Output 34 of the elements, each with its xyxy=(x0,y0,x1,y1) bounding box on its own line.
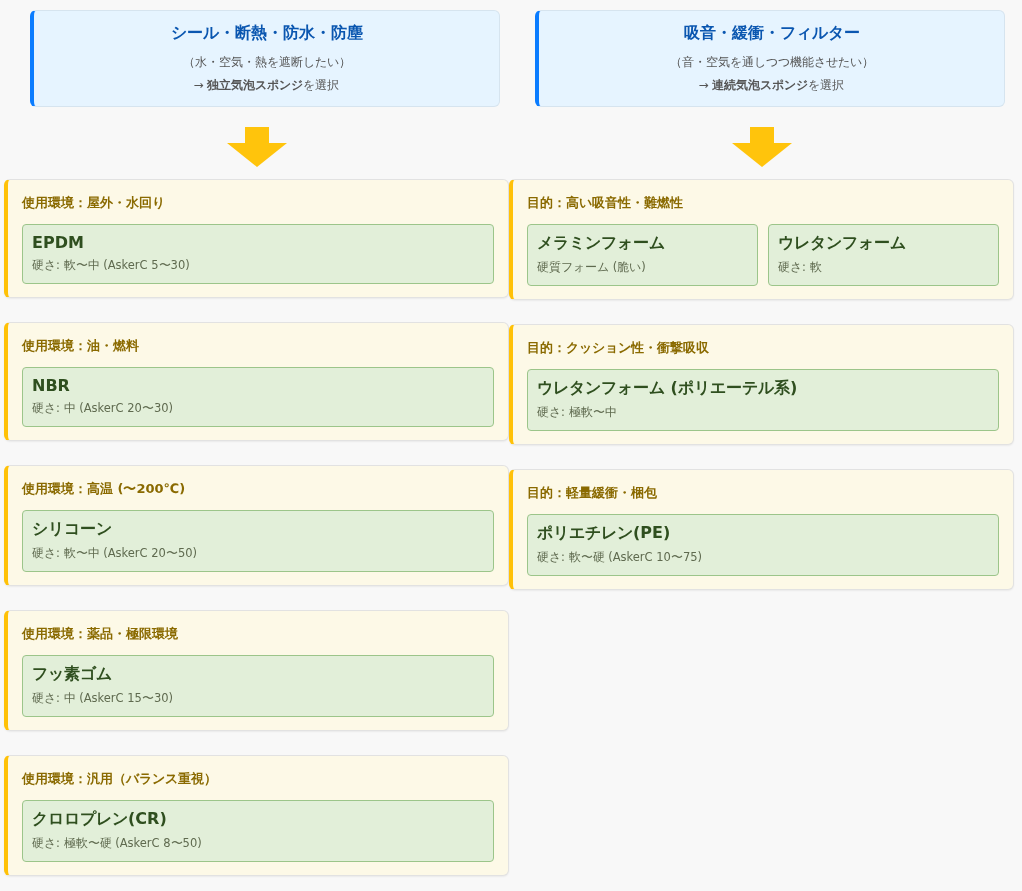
material-name: NBR xyxy=(32,376,71,395)
category-title: 吸音・緩衝・フィルター xyxy=(683,23,860,44)
condition-title: 使用環境：屋外・水回り xyxy=(22,194,166,212)
condition-title: 使用環境：薬品・極限環境 xyxy=(22,625,179,643)
condition-title: 目的：軽量緩衝・梱包 xyxy=(527,484,658,502)
material-hardness: 硬さ: 中 (AskerC 15〜30) xyxy=(32,691,175,706)
condition-title: 使用環境：油・燃料 xyxy=(22,337,140,355)
down-arrow-icon xyxy=(226,127,287,167)
material-hardness: 硬さ: 軟〜中 (AskerC 20〜50) xyxy=(32,546,199,561)
material-hardness: 硬さ: 軟〜硬 (AskerC 10〜75) xyxy=(537,550,704,565)
condition-title: 目的：高い吸音性・難燃性 xyxy=(527,194,684,212)
material-name: ポリエチレン(PE) xyxy=(537,523,672,544)
material-name: EPDM xyxy=(32,233,85,252)
category-conclusion: → 独立気泡スポンジを選択 xyxy=(193,77,340,94)
material-hardness: 硬さ: 軟 xyxy=(778,260,823,275)
material-hardness: 硬さ: 軟〜中 (AskerC 5〜30) xyxy=(32,258,191,273)
down-arrow-icon xyxy=(731,127,792,167)
category-title: シール・断熱・防水・防塵 xyxy=(170,23,363,44)
material-hardness: 硬質フォーム (脆い) xyxy=(537,260,647,275)
condition-title: 使用環境：汎用（バランス重視） xyxy=(22,770,218,788)
material-name: メラミンフォーム xyxy=(537,233,666,254)
material-name: クロロプレン(CR) xyxy=(32,809,168,830)
material-name: フッ素ゴム xyxy=(32,664,113,685)
material-name: シリコーン xyxy=(32,519,113,540)
condition-title: 目的：クッション性・衝撃吸収 xyxy=(527,339,710,357)
material-hardness: 硬さ: 極軟〜中 xyxy=(537,405,618,420)
material-name: ウレタンフォーム xyxy=(778,233,907,254)
condition-title: 使用環境：高温 (〜200℃) xyxy=(22,480,187,498)
category-subtitle: （水・空気・熱を遮断したい） xyxy=(182,54,351,71)
material-name: ウレタンフォーム (ポリエーテル系) xyxy=(537,378,799,399)
category-subtitle: （音・空気を通しつつ機能させたい） xyxy=(669,54,874,71)
category-conclusion: → 連続気泡スポンジを選択 xyxy=(698,77,845,94)
material-hardness: 硬さ: 極軟〜硬 (AskerC 8〜50) xyxy=(32,836,203,851)
material-hardness: 硬さ: 中 (AskerC 20〜30) xyxy=(32,401,175,416)
